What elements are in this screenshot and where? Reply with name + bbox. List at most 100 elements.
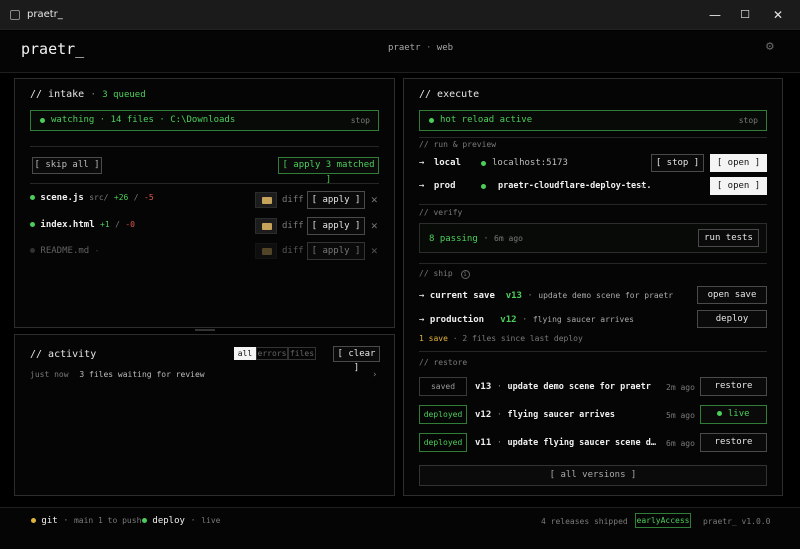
deploy-button[interactable]: deploy xyxy=(697,310,767,328)
git-branch-status: main 1 to push xyxy=(73,516,142,525)
maximize-icon[interactable]: ☐ xyxy=(735,6,755,24)
restore-heading: // restore xyxy=(419,358,468,367)
folder-icon[interactable] xyxy=(255,218,277,234)
deploy-status-dot xyxy=(142,518,147,523)
verify-status: 8 passing · 6m ago xyxy=(429,234,523,244)
divider xyxy=(419,263,767,264)
file-additions: +1 xyxy=(100,220,110,229)
watching-label: watching xyxy=(51,115,95,125)
file-deletions: -0 xyxy=(125,220,135,229)
apply-button[interactable]: [ apply ] xyxy=(307,191,365,209)
file-row-index-html[interactable]: index.html +1 / -0 xyxy=(30,220,135,230)
live-button[interactable]: live xyxy=(700,405,767,424)
hot-reload-stop-button[interactable]: stop xyxy=(739,116,758,125)
local-url[interactable]: localhost:5173 xyxy=(492,158,568,168)
file-change-separator: / xyxy=(133,193,139,202)
activity-entry[interactable]: just now 3 files waiting for review xyxy=(30,370,205,380)
watching-path: C:\Downloads xyxy=(170,115,236,125)
project-target: web xyxy=(436,43,454,53)
current-save-version: v13 xyxy=(505,291,522,301)
clear-button[interactable]: [ clear ] xyxy=(333,346,380,373)
gear-icon[interactable]: ⚙ xyxy=(766,39,774,54)
current-save-row: → current save v13 · update demo scene f… xyxy=(419,291,673,301)
close-icon[interactable]: ✕ xyxy=(371,219,378,232)
close-icon[interactable]: ✕ xyxy=(371,244,378,257)
verify-box: 8 passing · 6m ago run tests xyxy=(419,223,767,253)
prod-status-dot xyxy=(481,184,486,189)
filter-tab-errors[interactable]: errors xyxy=(256,347,288,360)
git-status-dot xyxy=(31,518,36,523)
production-desc: flying saucer arrives xyxy=(532,315,634,324)
divider xyxy=(419,137,767,138)
git-separator: · xyxy=(63,516,69,526)
deploy-label: deploy xyxy=(152,516,185,526)
hot-reload-dot xyxy=(429,118,434,123)
verify-heading: // verify xyxy=(419,208,463,217)
apply-matched-button[interactable]: [ apply 3 matched ] xyxy=(278,157,379,185)
file-dir: src/ xyxy=(89,193,109,202)
logo: praetr_ xyxy=(21,40,85,58)
restore-separator: · xyxy=(496,410,503,420)
divider xyxy=(419,351,767,352)
file-row-readme[interactable]: README.md - xyxy=(30,246,99,256)
window-titlebar: praetr_ — ☐ ✕ xyxy=(0,0,800,30)
skip-all-button[interactable]: [ skip all ] xyxy=(32,157,102,174)
arrow-right-icon: → xyxy=(419,181,425,191)
diff-button[interactable]: diff xyxy=(282,221,304,231)
file-status-dot xyxy=(30,222,35,227)
window-title: praetr_ xyxy=(27,9,63,20)
chevron-down-icon[interactable]: ⌄ xyxy=(640,180,645,190)
minimize-icon[interactable]: — xyxy=(705,6,725,24)
production-label: production xyxy=(429,315,485,325)
activity-panel: // activity all errors files [ clear ] j… xyxy=(14,334,395,496)
app-icon xyxy=(10,10,20,20)
file-deletions: -5 xyxy=(144,193,154,202)
open-save-button[interactable]: open save xyxy=(697,286,767,304)
intake-separator: · xyxy=(90,89,97,100)
current-save-desc: update demo scene for praetr xyxy=(538,291,674,300)
intake-panel: // intake · 3 queued watching · 14 files… xyxy=(14,78,395,328)
file-name: scene.js xyxy=(40,193,84,203)
diff-button[interactable]: diff xyxy=(282,195,304,205)
prod-label: prod xyxy=(433,181,456,191)
local-label: local xyxy=(433,158,461,168)
filter-tab-all[interactable]: all xyxy=(234,347,256,360)
open-local-button[interactable]: [ open ] xyxy=(710,154,767,172)
prod-target-select[interactable]: praetr-cloudflare-deploy-test. xyxy=(498,181,652,191)
restore-version: v12 xyxy=(475,410,492,420)
arrow-right-icon: → xyxy=(419,158,425,168)
chevron-right-icon[interactable]: › xyxy=(372,370,377,380)
folder-icon[interactable] xyxy=(255,192,277,208)
stop-button[interactable]: [ stop ] xyxy=(651,154,704,172)
filter-tab-files[interactable]: files xyxy=(288,347,316,360)
apply-button[interactable]: [ apply ] xyxy=(307,217,365,235)
close-icon[interactable]: ✕ xyxy=(768,6,788,24)
restore-time: 2m ago xyxy=(666,383,695,392)
verify-separator: · xyxy=(483,234,489,244)
hot-reload-label: hot reload active xyxy=(440,115,533,125)
restore-button[interactable]: restore xyxy=(700,377,767,396)
breadcrumb-separator: · xyxy=(425,43,432,53)
early-access-badge: earlyAccess xyxy=(635,513,691,528)
file-row-scene-js[interactable]: scene.js src/ +26 / -5 xyxy=(30,193,154,203)
apply-button[interactable]: [ apply ] xyxy=(307,242,365,260)
git-status[interactable]: git · main 1 to push xyxy=(31,516,141,526)
info-icon[interactable]: i xyxy=(460,270,470,279)
run-tests-button[interactable]: run tests xyxy=(698,229,759,247)
file-status-dot xyxy=(30,248,35,253)
releases-count: 4 releases shipped xyxy=(541,517,628,526)
open-prod-button[interactable]: [ open ] xyxy=(710,177,767,195)
intake-header: // intake · 3 queued xyxy=(30,89,146,100)
restore-button[interactable]: restore xyxy=(700,433,767,452)
deploy-status[interactable]: deploy · live xyxy=(142,516,220,526)
panel-resize-handle[interactable] xyxy=(195,329,215,331)
all-versions-button[interactable]: [ all versions ] xyxy=(419,465,767,486)
app-header: praetr_ praetr · web ⚙ xyxy=(0,31,800,73)
current-save-label: current save xyxy=(429,291,495,301)
execute-title: // execute xyxy=(419,89,480,100)
divider xyxy=(419,204,767,205)
folder-icon[interactable] xyxy=(255,243,277,259)
close-icon[interactable]: ✕ xyxy=(371,193,378,206)
diff-button[interactable]: diff xyxy=(282,246,304,256)
watching-stop-button[interactable]: stop xyxy=(351,116,370,125)
